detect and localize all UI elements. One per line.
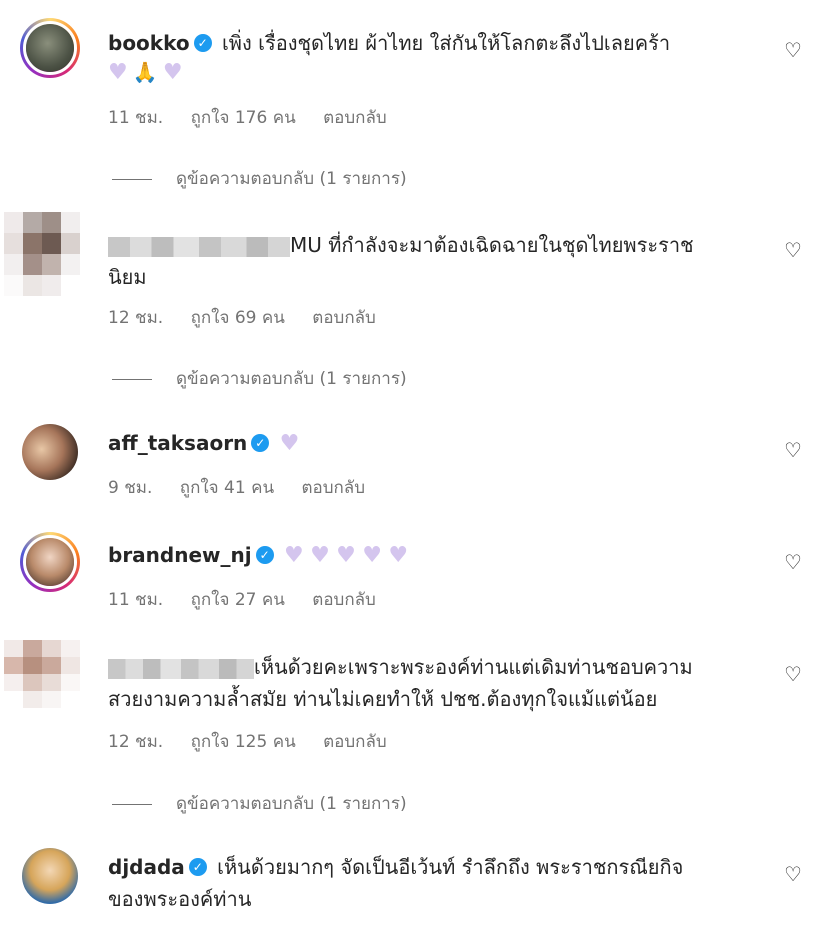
purple-heart-emoji-icon: ♥: [279, 431, 300, 456]
likes-count[interactable]: ถูกใจ 125 คน: [191, 732, 296, 752]
timestamp: 12 ชม.: [108, 308, 164, 328]
purple-heart-emoji-icon: ♥: [162, 60, 183, 85]
reply-button[interactable]: ตอบกลับ: [301, 478, 365, 498]
username[interactable]: aff_taksaorn: [108, 431, 247, 455]
reply-button[interactable]: ตอบกลับ: [323, 108, 387, 128]
comment-text: เห็นด้วยมากๆ จัดเป็นอีเว้นท์ รำลึกถึง พร…: [217, 855, 684, 879]
avatar[interactable]: [20, 18, 80, 78]
purple-heart-emoji-icon: ♥: [108, 60, 128, 85]
likes-count[interactable]: ถูกใจ 176 คน: [191, 108, 296, 128]
purple-heart-emoji-icon: ♥: [336, 543, 356, 568]
emoji-row: ♥ 🙏 ♥: [108, 60, 183, 85]
comment-text: MU ที่กำลังจะมาต้องเฉิดฉายในชุดไทยพระราช: [290, 233, 694, 257]
comment-body: เห็นด้วยคะเพราะพระองค์ท่านแต่เดิมท่านชอบ…: [108, 652, 750, 682]
comment-text-continued: นิยม: [108, 265, 147, 289]
view-replies-button[interactable]: ดูข้อความตอบกลับ (1 รายการ): [112, 365, 407, 392]
comment-body: bookko ✓ เพิ่ง เรื่องชุดไทย ผ้าไทย ใส่กัน…: [108, 28, 750, 58]
folded-hands-emoji-icon: 🙏: [132, 60, 158, 84]
username[interactable]: brandnew_nj: [108, 543, 252, 567]
comment-text: เห็นด้วยคะเพราะพระองค์ท่านแต่เดิมท่านชอบ…: [254, 655, 693, 679]
heart-outline-icon[interactable]: ♡: [784, 862, 806, 886]
heart-outline-icon[interactable]: ♡: [784, 38, 806, 62]
comment-text-continued: ของพระองค์ท่าน: [108, 887, 252, 911]
purple-heart-emoji-icon: ♥: [283, 543, 304, 568]
verified-icon: ✓: [251, 434, 270, 452]
username[interactable]: bookko: [108, 31, 190, 55]
divider: [112, 803, 152, 805]
comment-meta: 9 ชม. ถูกใจ 41 คน ตอบกลับ: [108, 474, 387, 501]
username[interactable]: djdada: [108, 855, 185, 879]
purple-heart-emoji-icon: ♥: [362, 543, 382, 568]
comment-meta: 11 ชม. ถูกใจ 27 คน ตอบกลับ: [108, 586, 398, 613]
heart-outline-icon[interactable]: ♡: [784, 550, 806, 574]
comment-text: เพิ่ง เรื่องชุดไทย ผ้าไทย ใส่กันให้โลกตะ…: [221, 31, 671, 55]
avatar[interactable]: [22, 424, 78, 480]
comment-meta: 11 ชม. ถูกใจ 176 คน ตอบกลับ: [108, 104, 409, 131]
comment-body: brandnew_nj ✓ ♥ ♥ ♥ ♥ ♥: [108, 540, 750, 571]
avatar[interactable]: [22, 848, 78, 904]
avatar[interactable]: [4, 212, 80, 296]
comment-body: aff_taksaorn ✓ ♥: [108, 428, 750, 459]
likes-count[interactable]: ถูกใจ 27 คน: [191, 590, 285, 610]
timestamp: 9 ชม.: [108, 478, 153, 498]
reply-button[interactable]: ตอบกลับ: [312, 308, 376, 328]
comment-body: MU ที่กำลังจะมาต้องเฉิดฉายในชุดไทยพระราช: [108, 230, 750, 260]
purple-heart-emoji-icon: ♥: [310, 543, 330, 568]
verified-icon: ✓: [255, 546, 274, 564]
verified-icon: ✓: [193, 34, 212, 52]
heart-outline-icon[interactable]: ♡: [784, 438, 806, 462]
reply-button[interactable]: ตอบกลับ: [323, 732, 387, 752]
timestamp: 11 ชม.: [108, 590, 164, 610]
comment-meta: 12 ชม. ถูกใจ 125 คน ตอบกลับ: [108, 728, 409, 755]
heart-outline-icon[interactable]: ♡: [784, 662, 806, 686]
timestamp: 11 ชม.: [108, 108, 164, 128]
likes-count[interactable]: ถูกใจ 69 คน: [191, 308, 285, 328]
avatar[interactable]: [20, 532, 80, 592]
reply-button[interactable]: ตอบกลับ: [312, 590, 376, 610]
avatar[interactable]: [4, 640, 80, 708]
purple-heart-emoji-icon: ♥: [388, 543, 409, 568]
blurred-username[interactable]: [108, 658, 254, 679]
comment-body: djdada ✓ เห็นด้วยมากๆ จัดเป็นอีเว้นท์ รำล…: [108, 852, 750, 882]
view-replies-button[interactable]: ดูข้อความตอบกลับ (1 รายการ): [112, 165, 407, 192]
view-replies-button[interactable]: ดูข้อความตอบกลับ (1 รายการ): [112, 790, 407, 817]
divider: [112, 178, 152, 180]
blurred-username[interactable]: [108, 236, 290, 257]
heart-outline-icon[interactable]: ♡: [784, 238, 806, 262]
likes-count[interactable]: ถูกใจ 41 คน: [180, 478, 274, 498]
timestamp: 12 ชม.: [108, 732, 164, 752]
comment-text-continued: สวยงามความล้ำสมัย ท่านไม่เคยทำให้ ปชช.ต้…: [108, 687, 658, 711]
comment-meta: 12 ชม. ถูกใจ 69 คน ตอบกลับ: [108, 304, 398, 331]
verified-icon: ✓: [188, 858, 207, 876]
divider: [112, 378, 152, 380]
